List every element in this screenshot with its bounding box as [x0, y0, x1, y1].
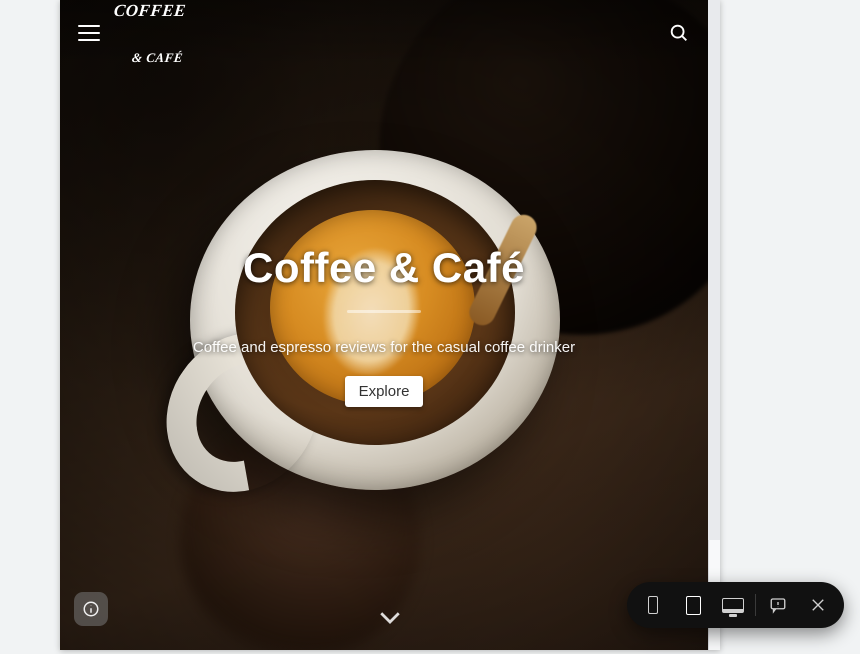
feedback-icon [769, 596, 787, 614]
scrollbar-thumb[interactable] [708, 0, 720, 540]
menu-button[interactable] [78, 25, 100, 41]
site-preview-frame: COFFEE & CAFÉ Coffee & Café Coffee and e… [60, 0, 720, 650]
explore-button[interactable]: Explore [345, 376, 424, 407]
scrollbar-track[interactable] [708, 0, 720, 650]
logo-line1: COFFEE [113, 2, 187, 19]
tablet-icon [686, 596, 701, 615]
toolbar-separator [755, 594, 756, 616]
info-button[interactable] [74, 592, 108, 626]
device-desktop-button[interactable] [713, 582, 753, 628]
scroll-down-icon[interactable] [375, 602, 405, 632]
device-phone-button[interactable] [633, 582, 673, 628]
phone-icon [648, 596, 658, 614]
search-icon[interactable] [668, 22, 690, 44]
desktop-icon [722, 598, 744, 613]
preview-toolbar [627, 582, 844, 628]
close-preview-button[interactable] [798, 582, 838, 628]
top-bar: COFFEE & CAFÉ [60, 0, 708, 66]
device-tablet-button[interactable] [673, 582, 713, 628]
hero-background-photo [60, 0, 720, 650]
close-icon [809, 596, 827, 614]
feedback-button[interactable] [758, 582, 798, 628]
site-logo[interactable]: COFFEE & CAFÉ [114, 0, 186, 96]
logo-line2: & CAFÉ [113, 51, 186, 64]
